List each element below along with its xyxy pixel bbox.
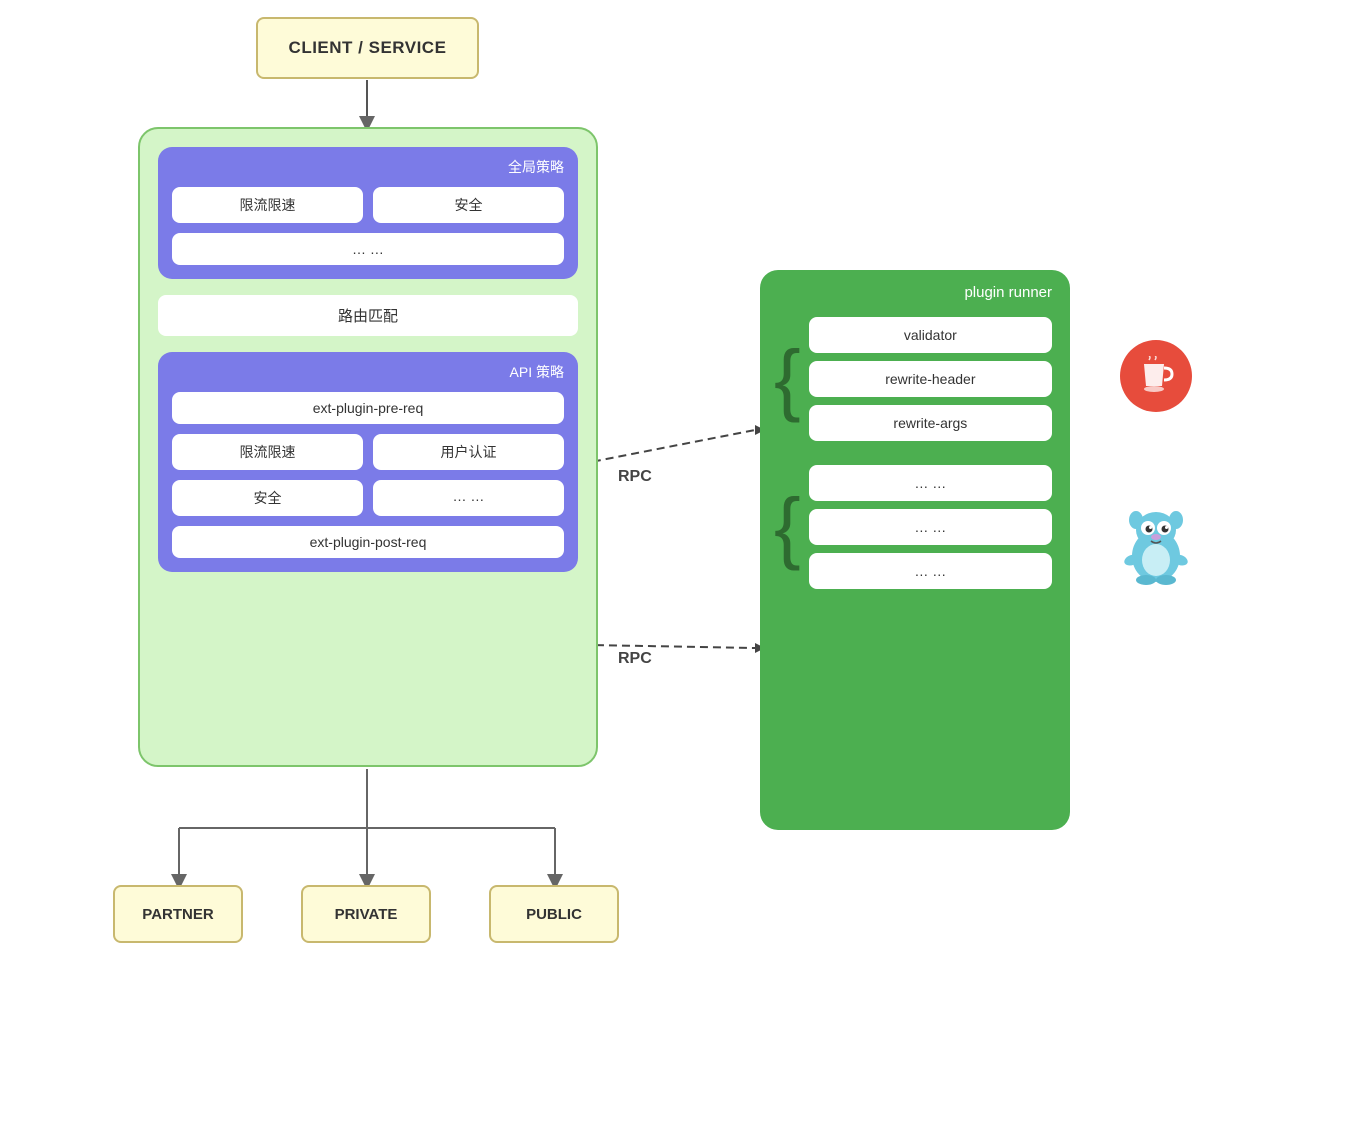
plugin-more-1: … … xyxy=(809,465,1052,501)
client-service-box: CLIENT / SERVICE xyxy=(256,17,479,79)
api-rate-limit: 限流限速 xyxy=(172,434,363,470)
partner-box: PARTNER xyxy=(113,885,243,943)
rpc-label-top: RPC xyxy=(618,468,652,486)
plugin-items-bottom: … … … … … … xyxy=(809,465,1052,589)
global-policy-row1: 限流限速 安全 xyxy=(172,187,564,223)
global-more: … … xyxy=(172,233,564,265)
rpc-label-bottom: RPC xyxy=(618,650,652,668)
private-label: PRIVATE xyxy=(335,906,398,923)
left-brace-top: { xyxy=(774,339,801,419)
global-policy-box: 全局策略 限流限速 安全 … … xyxy=(158,147,578,279)
api-policy-title: API 策略 xyxy=(172,362,564,382)
plugin-runner-title: plugin runner xyxy=(778,284,1052,301)
plugin-more-2: … … xyxy=(809,509,1052,545)
diagram: CLIENT / SERVICE 全局策略 限流限速 安全 … … 路由匹配 A… xyxy=(0,0,1370,1130)
public-label: PUBLIC xyxy=(526,906,582,923)
java-icon xyxy=(1120,340,1192,412)
api-user-auth: 用户认证 xyxy=(373,434,564,470)
api-security: 安全 xyxy=(172,480,363,516)
plugin-runner-top-section: { validator rewrite-header rewrite-args xyxy=(778,317,1052,441)
ext-plugin-post-req: ext-plugin-post-req xyxy=(172,526,564,558)
public-box: PUBLIC xyxy=(489,885,619,943)
global-security: 安全 xyxy=(373,187,564,223)
global-policy-title: 全局策略 xyxy=(172,157,564,177)
ext-plugin-pre-req: ext-plugin-pre-req xyxy=(172,392,564,424)
api-policy-row2: 安全 … … xyxy=(172,480,564,516)
plugin-validator: validator xyxy=(809,317,1052,353)
client-service-label: CLIENT / SERVICE xyxy=(289,38,447,58)
partner-label: PARTNER xyxy=(142,906,213,923)
left-brace-bottom: { xyxy=(774,487,801,567)
main-apisix-container: 全局策略 限流限速 安全 … … 路由匹配 API 策略 ext-plugin-… xyxy=(138,127,598,767)
route-matching-box: 路由匹配 xyxy=(158,295,578,336)
plugin-runner-bottom-section: { … … … … … … xyxy=(778,465,1052,589)
api-more: … … xyxy=(373,480,564,516)
api-policy-box: API 策略 ext-plugin-pre-req 限流限速 用户认证 安全 …… xyxy=(158,352,578,572)
plugin-items-top: validator rewrite-header rewrite-args xyxy=(809,317,1052,441)
plugin-rewrite-header: rewrite-header xyxy=(809,361,1052,397)
plugin-runner-box: plugin runner { validator rewrite-header… xyxy=(760,270,1070,830)
private-box: PRIVATE xyxy=(301,885,431,943)
api-policy-row1: 限流限速 用户认证 xyxy=(172,434,564,470)
plugin-rewrite-args: rewrite-args xyxy=(809,405,1052,441)
plugin-more-3: … … xyxy=(809,553,1052,589)
global-rate-limit: 限流限速 xyxy=(172,187,363,223)
go-gopher-icon xyxy=(1118,500,1194,586)
